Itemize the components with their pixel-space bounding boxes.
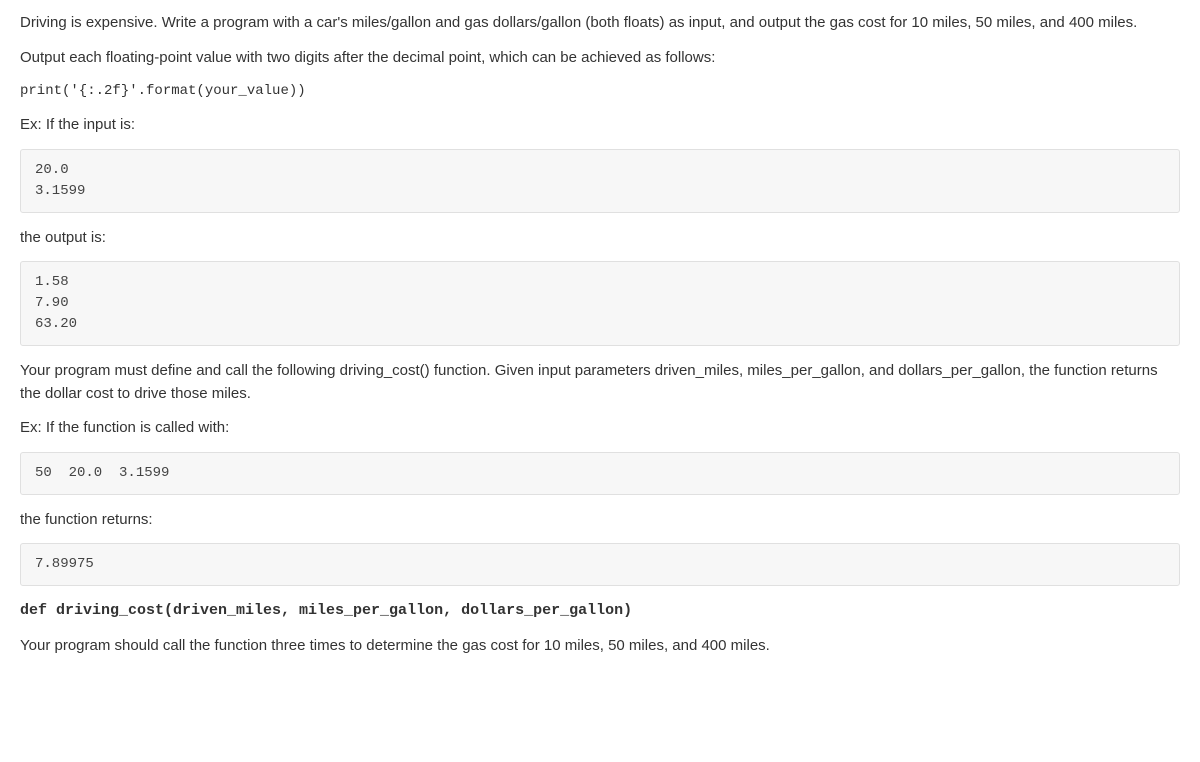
example-output-label: the output is:	[20, 227, 1180, 250]
example-output-block: 1.58 7.90 63.20	[20, 261, 1180, 346]
print-format-example: print('{:.2f}'.format(your_value))	[20, 81, 1180, 102]
function-args-block: 50 20.0 3.1599	[20, 452, 1180, 495]
problem-intro-2: Output each floating-point value with tw…	[20, 47, 1180, 70]
define-function-text: Your program must define and call the fo…	[20, 360, 1180, 405]
final-instruction: Your program should call the function th…	[20, 635, 1180, 658]
example-input-block: 20.0 3.1599	[20, 149, 1180, 213]
example-function-label: Ex: If the function is called with:	[20, 417, 1180, 440]
example-input-label: Ex: If the input is:	[20, 114, 1180, 137]
function-return-block: 7.89975	[20, 543, 1180, 586]
function-signature: def driving_cost(driven_miles, miles_per…	[20, 600, 1180, 623]
problem-intro-1: Driving is expensive. Write a program wi…	[20, 12, 1180, 35]
function-returns-label: the function returns:	[20, 509, 1180, 532]
